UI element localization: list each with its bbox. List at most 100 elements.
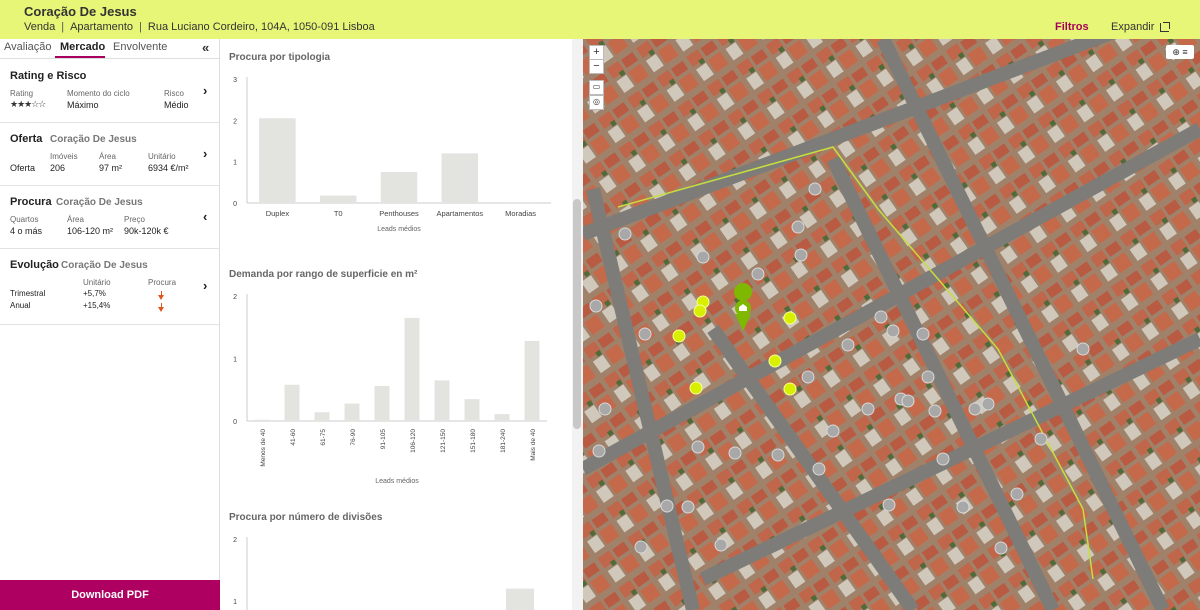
x-tick-label: Menos de 40 (260, 429, 267, 467)
procura-title: Procura (10, 196, 52, 208)
chart-title: Procura por número de divisões (229, 512, 383, 523)
x-tick-label: 61-75 (320, 429, 327, 446)
download-pdf-button[interactable]: Download PDF (0, 580, 220, 610)
procura-col1-label: Quartos (10, 215, 39, 224)
bar (259, 118, 296, 203)
chart-procura-tipologia: 0 1 2 3 Duplex T0 Penthouses Apartamentos Moradi… (233, 77, 551, 233)
filters-button[interactable]: Filtros (1055, 21, 1089, 33)
oferta-section[interactable]: Oferta Coração De Jesus Imóveis Área Uni… (0, 123, 220, 186)
y-tick-label: 1 (233, 357, 237, 364)
tab-envolvente[interactable]: Envolvente (113, 41, 167, 53)
evolucao-col1-label: Unitário (83, 278, 111, 287)
procura-section[interactable]: Procura Coração De Jesus Quartos Área Pr… (0, 186, 220, 249)
chevron-right-icon[interactable]: › (203, 278, 207, 293)
evolucao-title: Evolução (10, 259, 59, 271)
chart-procura-divisoes: 12 (233, 537, 534, 610)
evolucao-row-label: Trimestral (10, 289, 46, 298)
map-layers-toggle-icon[interactable]: ⊕ ≡ (1166, 45, 1194, 59)
x-tick-label: Mais de 40 (530, 429, 537, 461)
procura-col2-label: Área (67, 215, 84, 224)
x-tick-label: Apartamentos (436, 209, 483, 218)
oferta-col3-label: Unitário (148, 152, 176, 161)
evolucao-col2-label: Procura (148, 278, 177, 287)
x-tick-label: Duplex (266, 209, 290, 218)
expand-label: Expandir (1111, 21, 1155, 33)
risk-value: Médio (164, 100, 189, 110)
bar (464, 399, 480, 421)
x-tick-label: Penthouses (379, 209, 419, 218)
y-tick-label: 3 (233, 77, 237, 84)
x-tick-label: 41-60 (290, 429, 297, 446)
arrow-down-icon (158, 291, 164, 300)
oferta-col2-value: 97 m² (99, 163, 123, 173)
chevron-right-icon[interactable]: › (203, 146, 207, 161)
evolucao-row-label: Anual (10, 301, 31, 310)
rating-label: Rating (10, 89, 34, 98)
bar (380, 172, 418, 203)
page-title: Coração De Jesus (24, 4, 137, 19)
draw-tool-icon[interactable]: ▭ (589, 80, 604, 95)
x-tick-label: 91-105 (380, 429, 387, 450)
evolucao-area-name: Coração De Jesus (61, 260, 148, 271)
tab-mercado[interactable]: Mercado (60, 41, 105, 53)
zoom-in-button[interactable]: + (589, 45, 604, 60)
bar (502, 202, 539, 203)
procura-col1-value: 4 o más (10, 226, 43, 236)
bar (506, 588, 534, 610)
tab-avaliacao[interactable]: Avaliação (4, 41, 52, 53)
x-axis-label: Leads médios (377, 226, 421, 233)
arrow-down-icon (158, 303, 164, 312)
satellite-map[interactable] (583, 39, 1200, 610)
property-type: Apartamento (70, 21, 134, 33)
bar (494, 414, 510, 421)
left-panel: Avaliação Mercado Envolvente « Rating e … (0, 39, 220, 610)
property-address: Rua Luciano Cordeiro, 104A, 1050-091 Lis… (147, 21, 375, 33)
procura-col2-value: 106-120 m² (67, 226, 114, 236)
map-view[interactable]: + − ▭ ◎ ⊕ ≡ (583, 39, 1200, 610)
cycle-value: Máximo (67, 100, 99, 110)
y-tick-label: 1 (233, 599, 237, 606)
chart-demanda-superficie: 0 1 2 Menos de 40 41-60 61-75 76-90 91-105 106-1… (233, 294, 547, 485)
y-tick-label: 1 (233, 160, 237, 167)
expand-button[interactable]: Expandir (1111, 21, 1171, 33)
oferta-col1-value: 206 (50, 163, 66, 173)
y-tick-label: 2 (233, 537, 237, 544)
bar (319, 195, 357, 203)
top-header: Coração De Jesus Venda | Apartamento | R… (0, 0, 1200, 39)
y-tick-label: 0 (233, 201, 237, 208)
oferta-title: Oferta (10, 133, 43, 145)
oferta-col1-label: Imóveis (50, 152, 78, 161)
x-tick-label: Moradias (505, 209, 536, 218)
chart-title: Procura por tipologia (229, 52, 331, 63)
x-tick-label: 121-150 (440, 429, 447, 453)
bar (374, 386, 390, 421)
evolucao-row-value: +15,4% (83, 301, 111, 310)
layers-icon[interactable]: ◎ (589, 95, 604, 110)
chevron-left-icon[interactable]: ‹ (203, 209, 207, 224)
bar (404, 317, 420, 421)
rating-stars: ★★★☆☆ (10, 99, 46, 109)
rating-section[interactable]: Rating e Risco Rating ★★★☆☆ Momento do c… (0, 60, 220, 123)
bar (284, 384, 300, 421)
zoom-out-button[interactable]: − (589, 59, 604, 74)
expand-icon (1160, 22, 1171, 32)
y-tick-label: 0 (233, 419, 237, 426)
bar (524, 341, 540, 421)
y-tick-label: 2 (233, 294, 237, 301)
active-tab-indicator (55, 56, 105, 58)
evolucao-section[interactable]: Evolução Coração De Jesus Unitário Procu… (0, 249, 220, 325)
scrollbar-thumb[interactable] (573, 199, 581, 429)
oferta-row-label: Oferta (10, 163, 36, 173)
x-tick-label: 181-240 (500, 429, 507, 453)
bar (434, 380, 450, 421)
chevron-right-icon[interactable]: › (203, 83, 207, 98)
bar (441, 153, 479, 203)
x-tick-label: 106-120 (410, 429, 417, 453)
collapse-panel-icon[interactable]: « (202, 40, 209, 55)
oferta-col2-label: Área (99, 152, 116, 161)
separator: | (61, 21, 65, 33)
x-tick-label: 76-90 (350, 429, 357, 446)
cycle-label: Momento do ciclo (67, 89, 130, 98)
procura-col3-label: Preço (124, 215, 145, 224)
x-tick-label: 151-180 (470, 429, 477, 453)
